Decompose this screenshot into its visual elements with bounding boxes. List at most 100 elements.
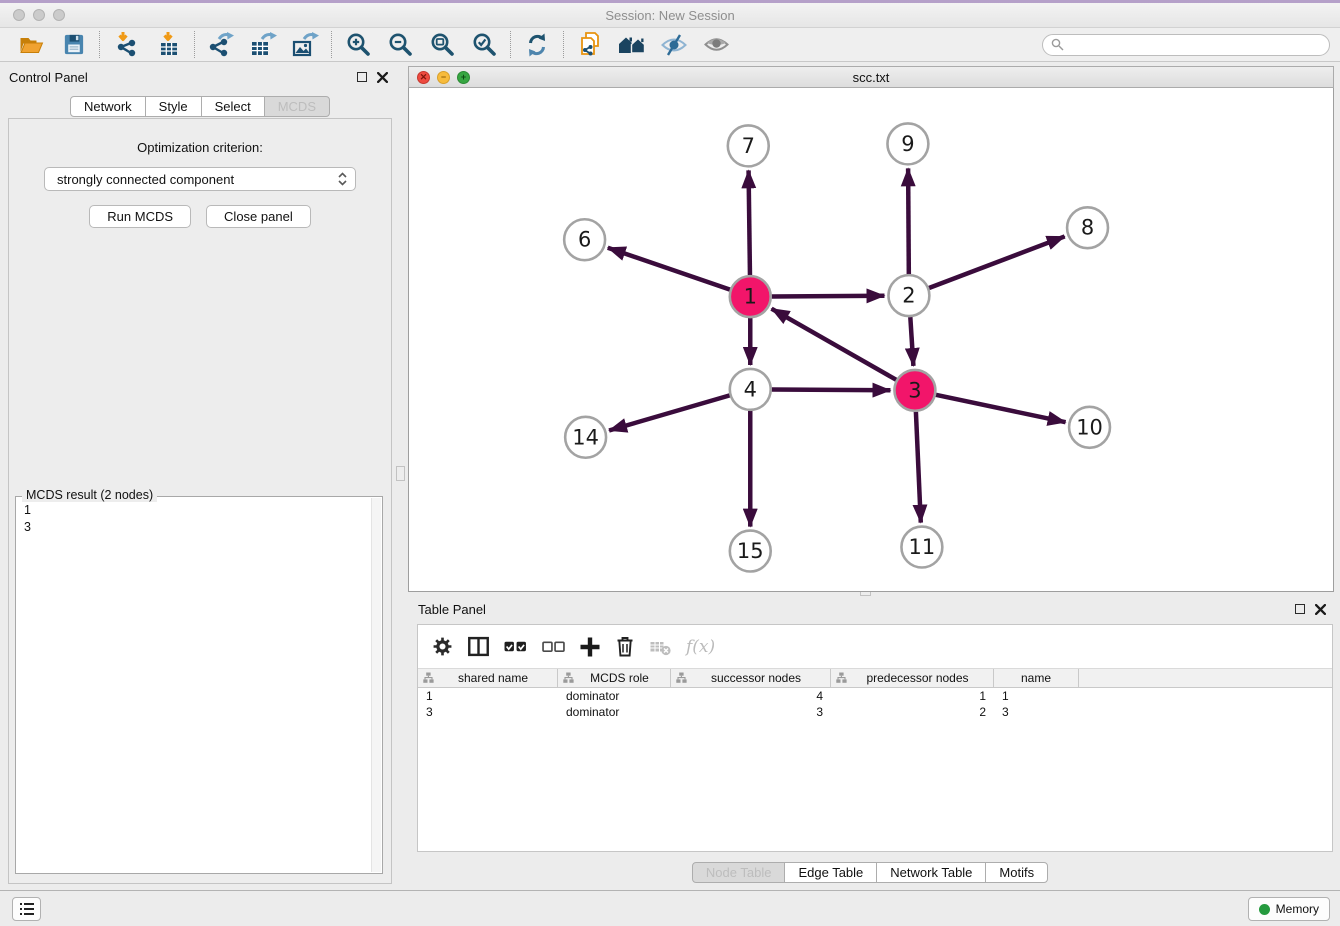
close-panel-button[interactable]: Close panel (206, 205, 311, 228)
split-view-icon[interactable] (468, 636, 489, 657)
table-cell[interactable]: 1 (831, 689, 994, 703)
column-header-successor-nodes[interactable]: successor nodes (671, 669, 831, 687)
save-icon (61, 32, 86, 57)
table-cell[interactable]: dominator (558, 705, 671, 719)
graph-node-4[interactable]: 4 (730, 369, 771, 410)
create-column-plus-icon[interactable] (580, 637, 600, 657)
tab-edge-table[interactable]: Edge Table (784, 862, 877, 883)
graph-node-9[interactable]: 9 (887, 123, 928, 164)
delete-table-icon[interactable] (650, 638, 671, 656)
graph-edge-1-2[interactable] (772, 296, 885, 297)
table-cell[interactable]: 1 (418, 689, 558, 703)
graph-edge-1-6[interactable] (608, 248, 730, 290)
graph-node-6[interactable]: 6 (564, 219, 605, 260)
search-field[interactable] (1042, 34, 1330, 56)
table-row[interactable]: 3dominator323 (418, 704, 1332, 720)
hide-graphics-details-button[interactable] (653, 30, 695, 60)
memory-label: Memory (1276, 902, 1319, 916)
select-all-columns-icon[interactable] (504, 637, 527, 656)
graph-node-7[interactable]: 7 (728, 125, 769, 166)
minimize-window-button[interactable] (33, 9, 45, 21)
maximize-window-button[interactable] (53, 9, 65, 21)
apply-preferred-layout-button[interactable] (516, 30, 558, 60)
graph-edge-4-3[interactable] (772, 389, 891, 390)
search-input[interactable] (1069, 38, 1321, 52)
toolbar-separator (563, 31, 564, 58)
column-header-shared-name[interactable]: shared name (418, 669, 558, 687)
export-network-button[interactable] (200, 30, 242, 60)
close-panel-icon[interactable] (377, 72, 388, 83)
export-image-button[interactable] (284, 30, 326, 60)
tab-motifs[interactable]: Motifs (985, 862, 1048, 883)
network-window-titlebar[interactable]: ✕ − + scc.txt (408, 66, 1334, 88)
zoom-selected-button[interactable] (463, 30, 505, 60)
toolbar-separator (510, 31, 511, 58)
zoom-in-button[interactable] (337, 30, 379, 60)
show-graphics-details-button[interactable] (695, 30, 737, 60)
tab-mcds[interactable]: MCDS (264, 96, 330, 117)
table-cell[interactable]: 3 (418, 705, 558, 719)
graph-node-11[interactable]: 11 (901, 527, 942, 568)
graph-node-1[interactable]: 1 (730, 276, 771, 317)
graph-node-2[interactable]: 2 (888, 275, 929, 316)
column-header-name[interactable]: name (994, 669, 1079, 687)
clone-network-button[interactable] (569, 30, 611, 60)
open-session-button[interactable] (10, 30, 52, 60)
network-maximize-icon[interactable]: + (457, 71, 470, 84)
import-network-button[interactable] (105, 30, 147, 60)
export-table-button[interactable] (242, 30, 284, 60)
graph-edge-3-11[interactable] (916, 412, 921, 523)
zoom-selected-icon (472, 32, 497, 57)
memory-button[interactable]: Memory (1248, 897, 1330, 921)
mcds-result-lines[interactable]: 1 3 (16, 497, 382, 541)
column-header-MCDS-role[interactable]: MCDS role (558, 669, 671, 687)
zoom-fit-button[interactable] (421, 30, 463, 60)
graph-node-14[interactable]: 14 (565, 417, 606, 458)
table-cell[interactable]: 3 (671, 705, 831, 719)
tab-network-table[interactable]: Network Table (876, 862, 986, 883)
network-canvas[interactable]: 7 9 6 8 1 2 4 3 14 10 15 11 (408, 88, 1334, 592)
result-scrollbar[interactable] (371, 498, 381, 872)
tab-network[interactable]: Network (70, 96, 146, 117)
svg-text:6: 6 (578, 228, 591, 252)
graph-node-15[interactable]: 15 (730, 531, 771, 572)
task-history-button[interactable] (12, 897, 41, 921)
graph-edge-3-1[interactable] (772, 309, 897, 380)
tab-style[interactable]: Style (145, 96, 202, 117)
graph-edge-2-9[interactable] (908, 168, 909, 274)
zoom-out-button[interactable] (379, 30, 421, 60)
import-network-icon (113, 31, 140, 58)
first-neighbors-button[interactable] (611, 30, 653, 60)
graph-edge-1-7[interactable] (749, 170, 750, 275)
close-table-panel-icon[interactable] (1315, 604, 1326, 615)
delete-columns-trash-icon[interactable] (615, 636, 635, 657)
graph-edge-2-8[interactable] (929, 236, 1065, 288)
table-cell[interactable]: 1 (994, 689, 1079, 703)
save-session-button[interactable] (52, 30, 94, 60)
float-table-panel-icon[interactable] (1295, 604, 1305, 614)
close-window-button[interactable] (13, 9, 25, 21)
float-panel-icon[interactable] (357, 72, 367, 82)
vertical-splitter-grip[interactable] (396, 466, 405, 481)
column-header-predecessor-nodes[interactable]: predecessor nodes (831, 669, 994, 687)
criterion-dropdown[interactable]: strongly connected component (44, 167, 356, 191)
tab-select[interactable]: Select (201, 96, 265, 117)
tab-node-table[interactable]: Node Table (692, 862, 786, 883)
graph-node-10[interactable]: 10 (1069, 407, 1110, 448)
table-cell[interactable]: 4 (671, 689, 831, 703)
graph-node-8[interactable]: 8 (1067, 207, 1108, 248)
table-cell[interactable]: 3 (994, 705, 1079, 719)
graph-edge-4-14[interactable] (609, 395, 730, 430)
graph-edge-3-10[interactable] (936, 395, 1066, 422)
column-settings-gear-icon[interactable] (432, 636, 453, 657)
table-cell[interactable]: 2 (831, 705, 994, 719)
run-mcds-button[interactable]: Run MCDS (89, 205, 191, 228)
table-cell[interactable]: dominator (558, 689, 671, 703)
unselect-all-columns-icon[interactable] (542, 637, 565, 656)
graph-node-3[interactable]: 3 (894, 370, 935, 411)
table-row[interactable]: 1dominator411 (418, 688, 1332, 704)
import-table-button[interactable] (147, 30, 189, 60)
graph-edge-2-3[interactable] (910, 317, 913, 366)
network-minimize-icon[interactable]: − (437, 71, 450, 84)
network-close-icon[interactable]: ✕ (417, 71, 430, 84)
